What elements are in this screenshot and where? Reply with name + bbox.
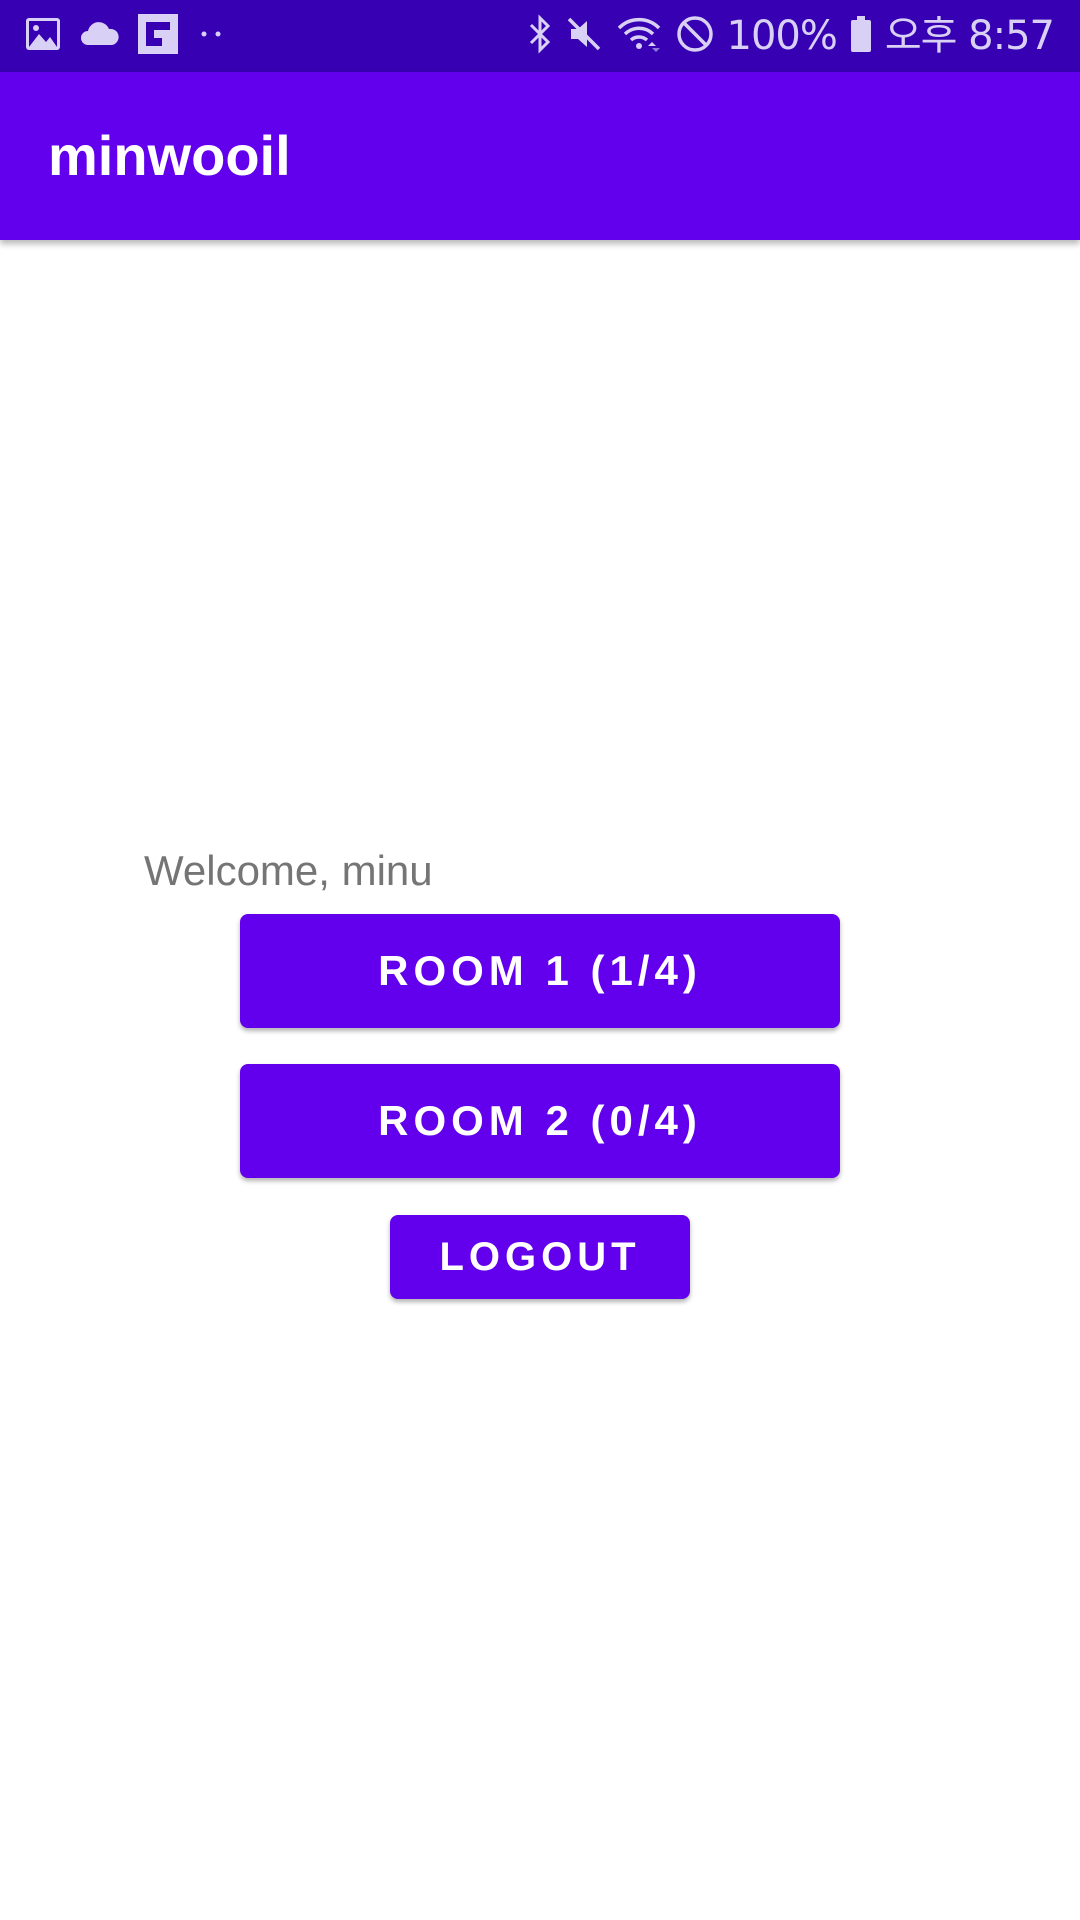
status-left-icons xyxy=(24,13,226,59)
status-time: 오후 8:57 xyxy=(884,13,1055,59)
battery-icon xyxy=(849,14,873,59)
do-not-disturb-icon xyxy=(675,14,715,59)
app-title: minwooil xyxy=(48,124,291,187)
battery-percent: 100% xyxy=(726,13,838,59)
room-1-button[interactable]: ROOM 1 (1/4) xyxy=(240,914,840,1028)
flipboard-icon xyxy=(138,13,178,59)
status-bar: 100% 오후 8:57 xyxy=(0,0,1080,72)
logout-button[interactable]: LOGOUT xyxy=(390,1215,690,1299)
app-bar: minwooil xyxy=(0,72,1080,240)
mute-icon xyxy=(565,15,603,58)
more-dots-icon xyxy=(196,27,226,45)
wifi-icon xyxy=(615,14,663,59)
status-right-icons: 100% 오후 8:57 xyxy=(527,10,1055,62)
cloud-icon xyxy=(80,21,120,52)
room-2-button[interactable]: ROOM 2 (0/4) xyxy=(240,1064,840,1178)
welcome-text: Welcome, minu xyxy=(144,847,433,894)
bluetooth-icon xyxy=(527,13,553,59)
image-icon xyxy=(24,16,62,57)
